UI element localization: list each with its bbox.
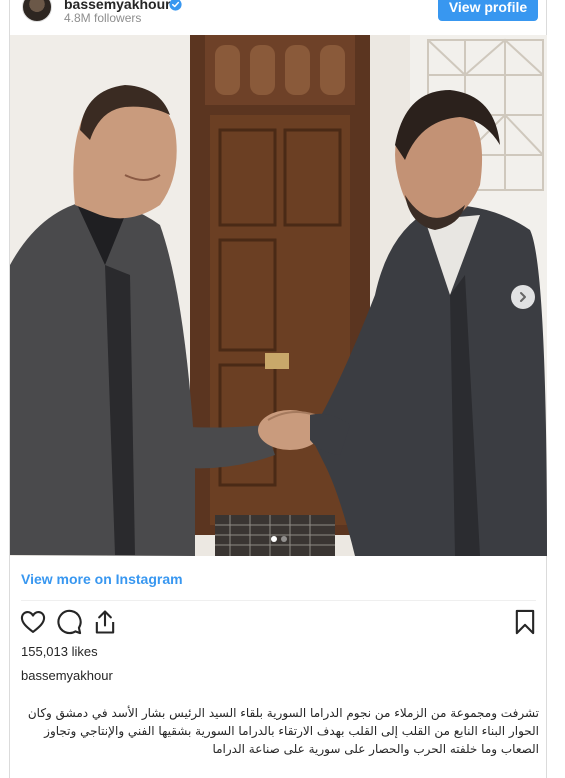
view-profile-button[interactable]: View profile — [438, 0, 538, 21]
post-caption: تشرفت ومجموعة من الزملاء من نجوم الدراما… — [27, 706, 539, 756]
carousel-dot-2 — [280, 536, 287, 542]
photo-illustration — [10, 35, 547, 556]
heart-icon[interactable] — [19, 608, 47, 636]
chevron-right-icon — [520, 292, 526, 302]
instagram-embed-card: bassemyakhour 4.8M followers View profil… — [9, 0, 547, 778]
caption-author[interactable]: bassemyakhour — [21, 668, 113, 683]
profile-avatar[interactable] — [22, 0, 52, 22]
bookmark-icon[interactable] — [511, 608, 539, 636]
carousel-indicator — [10, 536, 547, 542]
like-count: 155,013 likes — [21, 644, 98, 659]
carousel-next-button[interactable] — [511, 285, 535, 309]
follower-count: 4.8M followers — [64, 11, 142, 25]
door-handle — [265, 353, 289, 369]
post-photo[interactable] — [10, 35, 547, 556]
share-icon[interactable] — [91, 608, 119, 636]
divider — [21, 600, 536, 601]
carousel-dot-1 — [270, 536, 277, 542]
post-header: bassemyakhour 4.8M followers View profil… — [10, 0, 546, 35]
view-more-on-instagram-link[interactable]: View more on Instagram — [21, 571, 183, 587]
verified-badge-icon — [169, 0, 182, 11]
action-bar — [10, 608, 546, 638]
comment-icon[interactable] — [55, 608, 83, 636]
